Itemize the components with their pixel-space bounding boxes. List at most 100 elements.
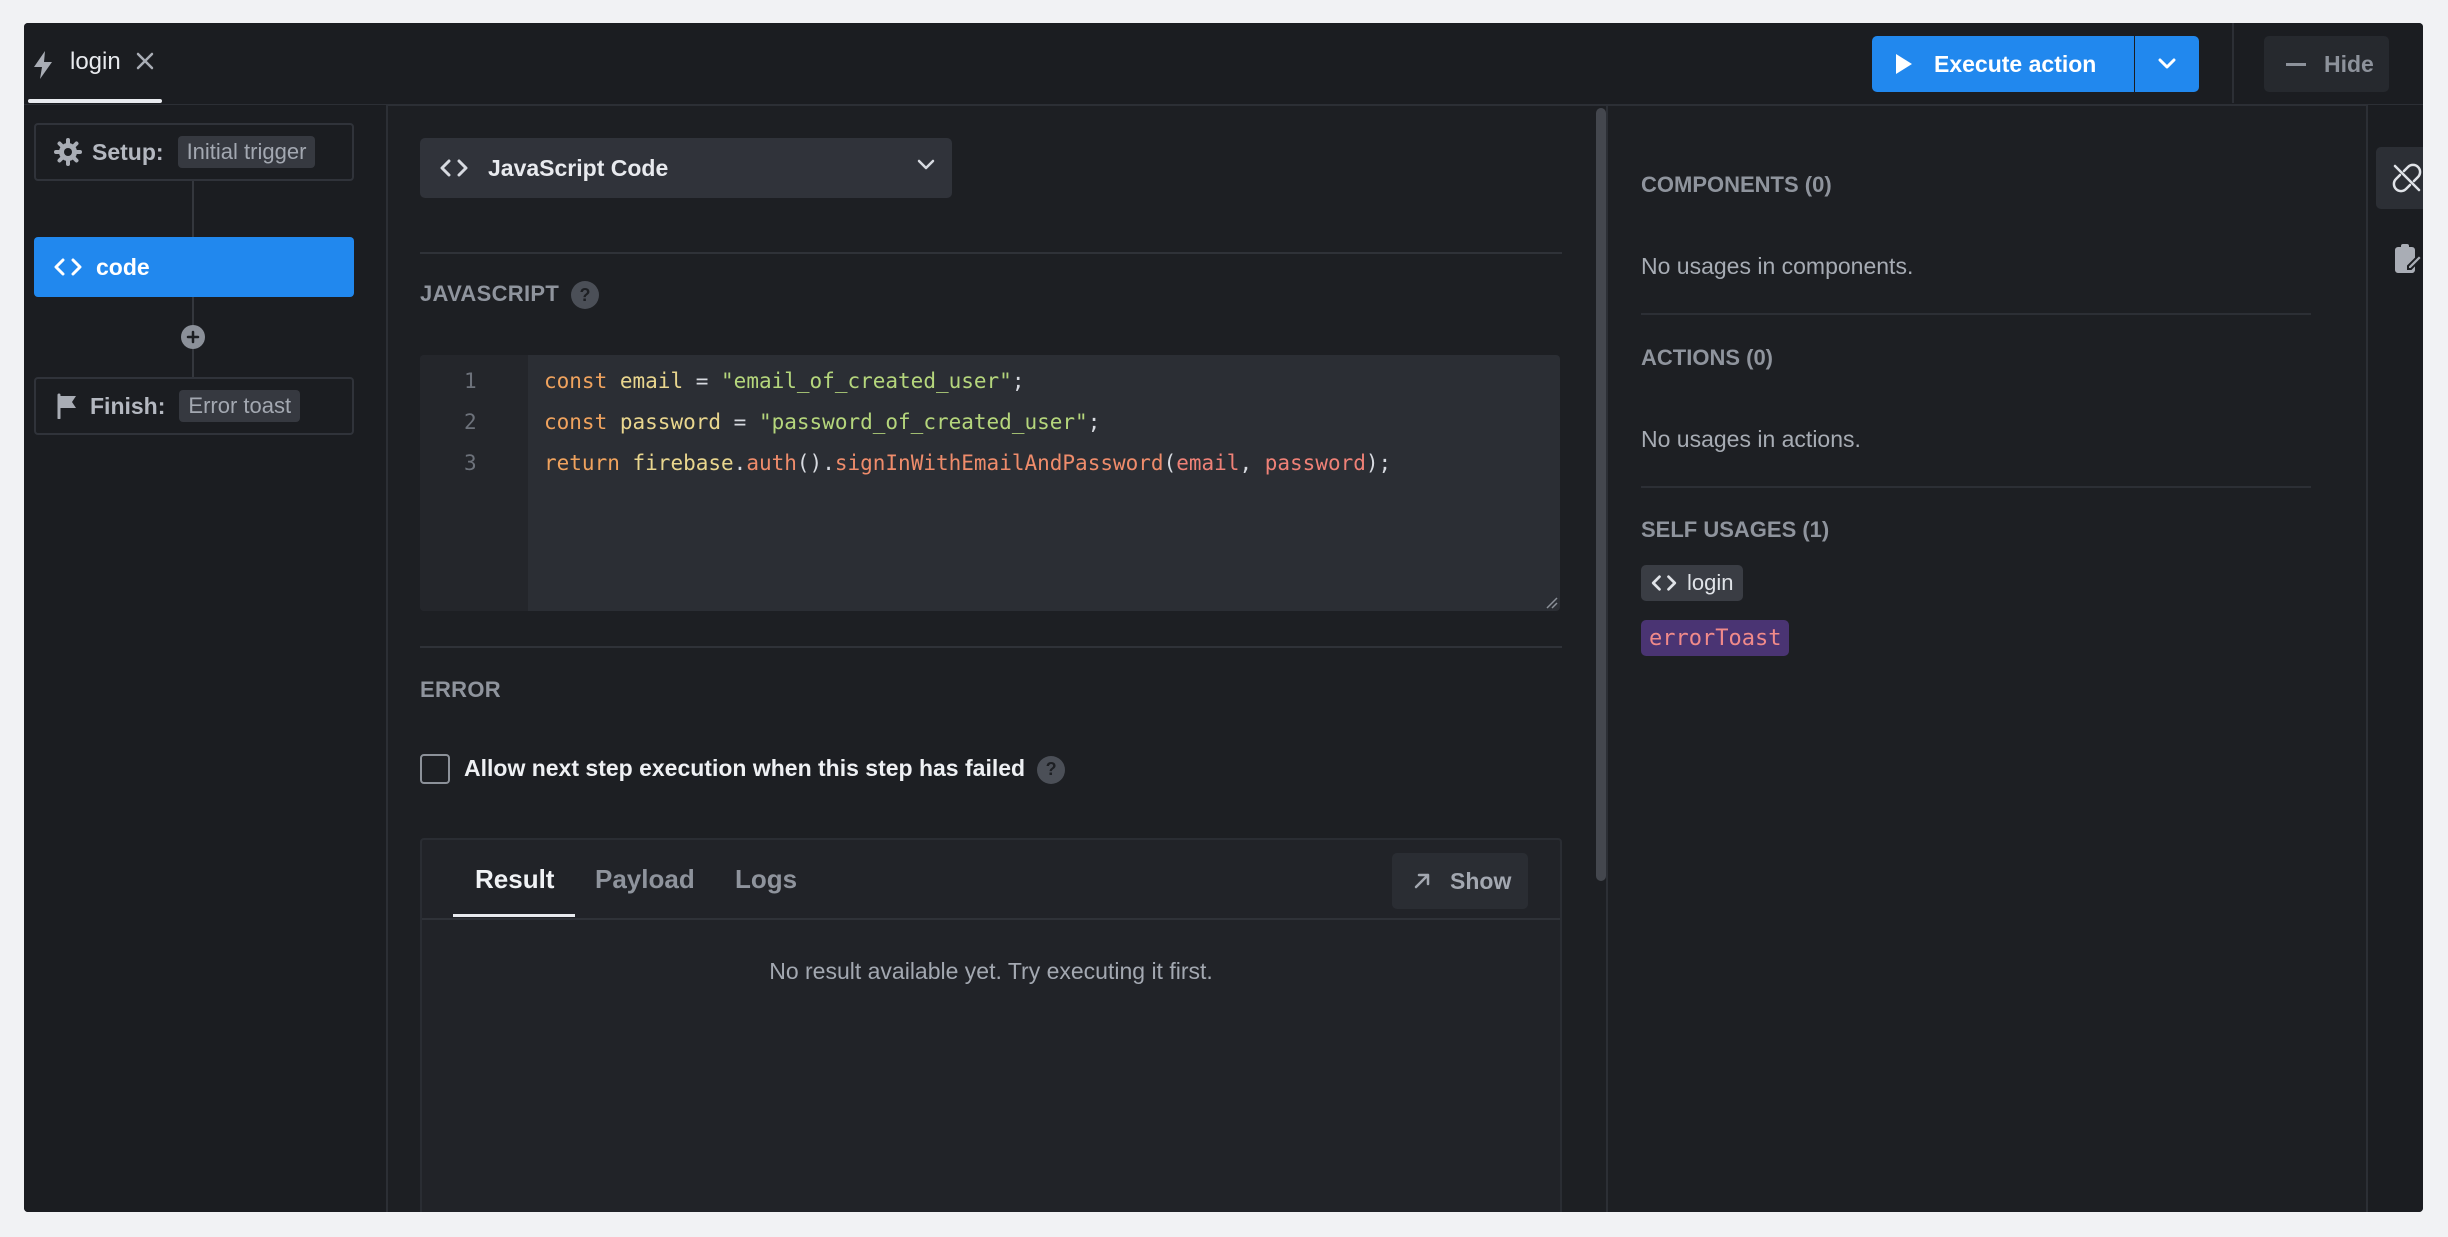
right-rail: [2366, 105, 2423, 1212]
divider: [420, 646, 1562, 648]
editor-scrollbar[interactable]: [1596, 108, 1606, 881]
tab-result[interactable]: Result: [475, 864, 554, 895]
variable-chip[interactable]: errorToast: [1641, 620, 1790, 656]
keyword: const: [544, 410, 608, 434]
divider: [1641, 486, 2311, 488]
setup-step[interactable]: Setup: Initial trigger: [34, 123, 354, 181]
tab-payload[interactable]: Payload: [595, 864, 695, 895]
chevron-down-icon: [917, 159, 935, 170]
punctuation: );: [1365, 451, 1392, 475]
code-icon: [54, 258, 82, 276]
self-usage-chip-label: login: [1687, 570, 1734, 595]
step-editor: JavaScript Code JAVASCRIPT? 1 2 3 const …: [388, 105, 1608, 1212]
self-usage-title: SELF USAGES (1): [1641, 517, 1830, 542]
line-number: 1: [464, 369, 477, 393]
unlink-button[interactable]: [2376, 147, 2423, 209]
top-bar: login Execute action Hide: [24, 23, 2423, 106]
active-tab-indicator: [28, 99, 162, 103]
components-usage-title: COMPONENTS (0): [1641, 172, 1832, 197]
self-usage-chip[interactable]: login: [1641, 565, 1744, 601]
execute-action-label: Execute action: [1934, 50, 2097, 77]
action-editor-window: login Execute action Hide Setup: Initial…: [24, 23, 2423, 1212]
gear-icon: [54, 138, 82, 166]
code-line-3: return firebase.auth().signInWithEmailAn…: [544, 451, 1391, 475]
line-number: 3: [464, 451, 477, 475]
setup-label: Setup:: [92, 138, 164, 165]
setup-trigger-chip: Initial trigger: [177, 136, 316, 168]
result-tabs: Result Payload Logs Show: [422, 840, 1560, 920]
code-step-label: code: [96, 253, 150, 280]
punctuation: (: [1163, 451, 1177, 475]
clipboard-edit-icon: [2395, 244, 2423, 273]
help-icon[interactable]: ?: [1037, 755, 1066, 784]
unlink-icon: [2392, 163, 2422, 193]
argument: email: [1176, 451, 1240, 475]
bolt-icon: [32, 50, 54, 85]
components-usage-text: No usages in components.: [1641, 253, 1914, 279]
allow-next-step-checkbox[interactable]: [420, 754, 450, 784]
string-literal: "email_of_created_user": [721, 369, 1012, 393]
minus-icon: [2286, 62, 2306, 66]
allow-next-step-text: Allow next step execution when this step…: [464, 755, 1026, 781]
divider: [1641, 313, 2311, 315]
tab-logs[interactable]: Logs: [735, 864, 797, 895]
code-icon: [1651, 575, 1677, 591]
argument: password: [1264, 451, 1366, 475]
line-number: 2: [464, 410, 477, 434]
usages-panel: COMPONENTS (0) No usages in components. …: [1608, 105, 2366, 1212]
play-icon: [1896, 54, 1912, 74]
hide-button[interactable]: Hide: [2264, 36, 2389, 92]
punctuation: ;: [1087, 410, 1101, 434]
tab-title: login: [70, 48, 121, 75]
line-gutter: [420, 355, 528, 611]
arrow-up-right-icon: [1414, 873, 1430, 889]
show-result-label: Show: [1450, 867, 1512, 894]
punctuation: ().: [796, 451, 835, 475]
show-result-button[interactable]: Show: [1392, 853, 1528, 909]
string-literal: "password_of_created_user": [758, 410, 1088, 434]
object-name: firebase: [632, 451, 734, 475]
finish-label: Finish:: [90, 392, 166, 419]
operator: =: [721, 410, 759, 434]
tab-login[interactable]: login: [24, 23, 162, 104]
variable: password: [619, 410, 722, 434]
finish-step[interactable]: Finish: Error toast: [34, 377, 354, 435]
error-section-title: ERROR: [420, 677, 501, 702]
keyword: const: [544, 369, 608, 393]
resize-handle[interactable]: [1544, 595, 1558, 609]
finish-toast-chip: Error toast: [179, 390, 301, 422]
toolbar-divider: [2232, 23, 2234, 103]
method-name: signInWithEmailAndPassword: [834, 451, 1164, 475]
keyword: return: [544, 451, 620, 475]
operator: =: [683, 369, 722, 393]
code-step[interactable]: code: [34, 237, 354, 297]
add-step-button[interactable]: [181, 325, 205, 349]
javascript-title-text: JAVASCRIPT: [420, 281, 560, 306]
chevron-down-icon: [2158, 58, 2176, 69]
steps-sidebar: Setup: Initial trigger code Finish: Erro…: [24, 105, 388, 1212]
code-icon: [440, 159, 468, 177]
result-panel: Result Payload Logs Show No result avail…: [420, 838, 1562, 1212]
result-empty-message: No result available yet. Try executing i…: [769, 958, 1213, 984]
execute-action-button[interactable]: Execute action: [1872, 36, 2134, 92]
method-name: auth: [746, 451, 797, 475]
close-icon[interactable]: [135, 51, 155, 76]
execute-options-dropdown[interactable]: [2135, 36, 2199, 92]
actions-usage-text: No usages in actions.: [1641, 426, 1861, 452]
hide-label: Hide: [2324, 50, 2374, 77]
notes-button[interactable]: [2376, 227, 2423, 289]
divider: [420, 252, 1562, 254]
step-connector: [192, 181, 194, 237]
flag-icon: [57, 393, 76, 419]
action-type-select[interactable]: JavaScript Code: [420, 138, 952, 198]
code-editor[interactable]: 1 2 3 const email = "email_of_created_us…: [420, 355, 1560, 611]
action-type-value: JavaScript Code: [488, 154, 669, 181]
punctuation: .: [733, 451, 747, 475]
punctuation: ;: [1011, 369, 1025, 393]
code-line-2: const password = "password_of_created_us…: [544, 410, 1100, 434]
variable: email: [619, 369, 684, 393]
punctuation: ,: [1239, 451, 1265, 475]
help-icon[interactable]: ?: [571, 281, 600, 310]
allow-next-step-label: Allow next step execution when this step…: [464, 755, 1066, 784]
javascript-section-title: JAVASCRIPT?: [420, 281, 600, 310]
